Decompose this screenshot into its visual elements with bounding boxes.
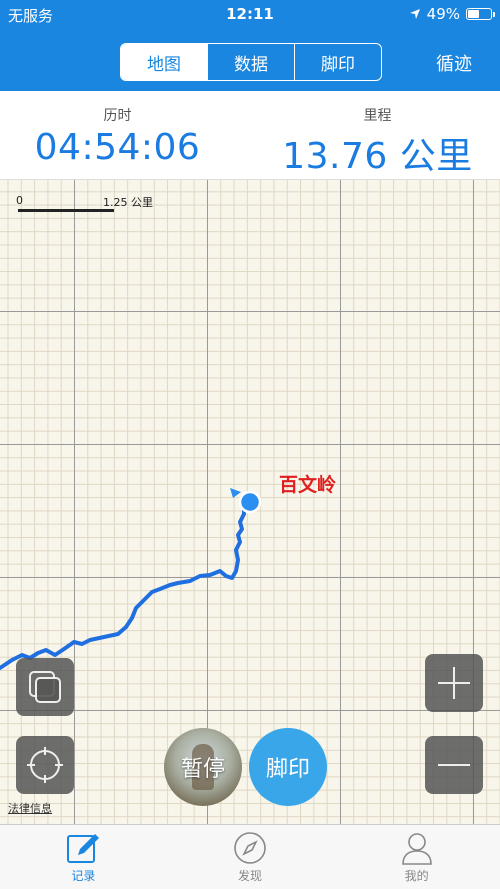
duration-value: 04:54:06 [34, 127, 201, 168]
tabbar-item-record[interactable]: 记录 [0, 825, 167, 889]
tabbar-label-me: 我的 [404, 869, 429, 883]
minus-icon [438, 764, 470, 766]
distance-label: 里程 [363, 108, 392, 124]
route-track [0, 488, 262, 670]
crosshair-icon [27, 747, 63, 783]
current-location-dot [238, 490, 262, 514]
direction-arrow-icon [230, 488, 241, 498]
tabbar-label-record: 记录 [71, 869, 96, 883]
scale-start-label: 0 [16, 194, 23, 207]
app-header: 无服务 12:11 49% 地图 数据 脚印 循迹 [0, 0, 500, 91]
battery-icon [466, 8, 495, 20]
legal-info-link[interactable]: 法律信息 [8, 800, 52, 816]
pencil-icon [67, 834, 100, 863]
pause-label: 暂停 [180, 757, 225, 782]
tab-bar: 记录 发现 我的 [0, 824, 500, 889]
view-segmented-control: 地图 数据 脚印 [120, 43, 382, 81]
zoom-in-button[interactable] [425, 654, 483, 712]
layers-button[interactable] [16, 658, 74, 716]
tab-footprint[interactable]: 脚印 [294, 44, 381, 80]
tab-data[interactable]: 数据 [207, 44, 294, 80]
map-view[interactable]: 0 1.25 公里 百文岭 暂停 脚印 法律信息 [0, 180, 500, 824]
person-icon [401, 833, 432, 865]
plus-icon [438, 667, 470, 699]
scale-end-label: 1.25 公里 [103, 196, 153, 209]
compass-icon [234, 832, 266, 864]
status-right: 49% [409, 5, 495, 23]
tabbar-label-discover: 发现 [238, 869, 263, 883]
scale-bar [18, 209, 114, 212]
status-bar: 无服务 12:11 49% [0, 0, 500, 28]
pause-button[interactable]: 暂停 [164, 728, 242, 806]
duration-label: 历时 [103, 108, 132, 124]
layers-icon [29, 671, 61, 703]
zoom-out-button[interactable] [425, 736, 483, 794]
tabbar-item-discover[interactable]: 发现 [167, 825, 334, 889]
footprint-button[interactable]: 脚印 [249, 728, 327, 806]
tab-map[interactable]: 地图 [121, 44, 207, 80]
duration-stat: 历时 04:54:06 [0, 105, 235, 168]
peak-label: 百文岭 [279, 474, 337, 496]
distance-value: 13.76 公里 [282, 136, 473, 177]
trace-button[interactable]: 循迹 [436, 50, 472, 76]
battery-percent: 49% [426, 5, 460, 23]
location-arrow-icon [409, 9, 420, 19]
battery-fill [468, 10, 479, 18]
distance-stat: 里程 13.76 公里 [255, 105, 500, 179]
tabbar-item-me[interactable]: 我的 [333, 825, 500, 889]
stats-panel: 历时 04:54:06 里程 13.76 公里 [0, 91, 500, 180]
locate-button[interactable] [16, 736, 74, 794]
footprint-label: 脚印 [265, 757, 310, 782]
